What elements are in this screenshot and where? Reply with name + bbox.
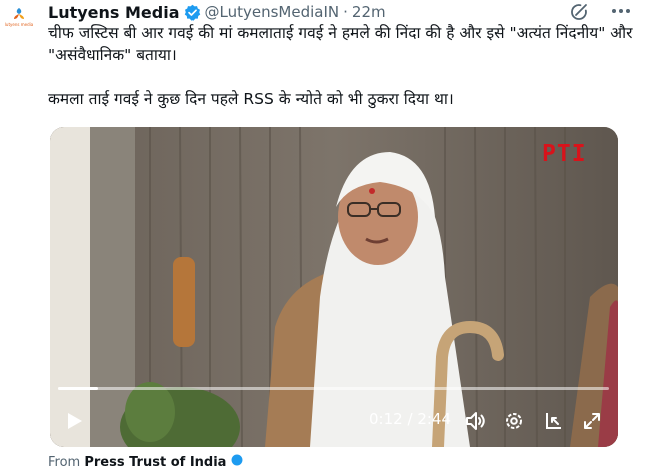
play-button[interactable] xyxy=(60,407,88,435)
volume-button[interactable] xyxy=(462,407,490,435)
play-icon xyxy=(68,413,82,429)
source-verified-icon xyxy=(231,454,243,466)
volume-icon xyxy=(466,412,485,430)
fullscreen-button[interactable] xyxy=(578,407,606,435)
pti-watermark: PTI xyxy=(542,141,587,167)
author-handle[interactable]: @LutyensMediaIN xyxy=(205,3,340,21)
source-prefix: From xyxy=(48,455,81,468)
video-progress-bar[interactable] xyxy=(58,387,609,390)
post-timestamp[interactable]: 22m xyxy=(352,3,386,21)
picture-in-picture-icon xyxy=(546,413,561,429)
post-header: Lutyens Media @LutyensMediaIN · 22m xyxy=(48,1,386,23)
separator-dot: · xyxy=(343,3,348,21)
video-timecode: 0:12 / 2:44 xyxy=(369,410,451,428)
picture-in-picture-button[interactable] xyxy=(540,407,568,435)
author-name[interactable]: Lutyens Media xyxy=(48,3,180,22)
fullscreen-icon xyxy=(584,413,600,429)
author-avatar[interactable]: lutyens media xyxy=(4,6,34,36)
lutyens-logo-icon xyxy=(14,8,24,19)
post-text-paragraph-2: कमला ताई गवई ने कुछ दिन पहले RSS के न्यो… xyxy=(48,90,454,108)
verified-badge-icon[interactable] xyxy=(184,4,201,21)
settings-icon xyxy=(506,413,522,429)
video-player[interactable]: PTI 0:12 / 2:44 xyxy=(50,127,618,447)
more-icon[interactable] xyxy=(610,4,632,18)
grok-icon[interactable] xyxy=(569,2,589,22)
post-text-paragraph-1: चीफ जस्टिस बी आर गवई की मां कमलाताई गवई … xyxy=(48,24,633,64)
current-time: 0:12 xyxy=(369,410,403,428)
post-text: चीफ जस्टिस बी आर गवई की मां कमलाताई गवई … xyxy=(48,22,638,110)
video-progress-fill xyxy=(58,387,99,390)
settings-button[interactable] xyxy=(500,407,528,435)
avatar-caption: lutyens media xyxy=(4,22,34,27)
time-separator: / xyxy=(407,410,413,428)
source-name[interactable]: Press Trust of India xyxy=(84,455,226,468)
duration: 2:44 xyxy=(417,410,451,428)
video-controls: 0:12 / 2:44 xyxy=(50,399,618,443)
